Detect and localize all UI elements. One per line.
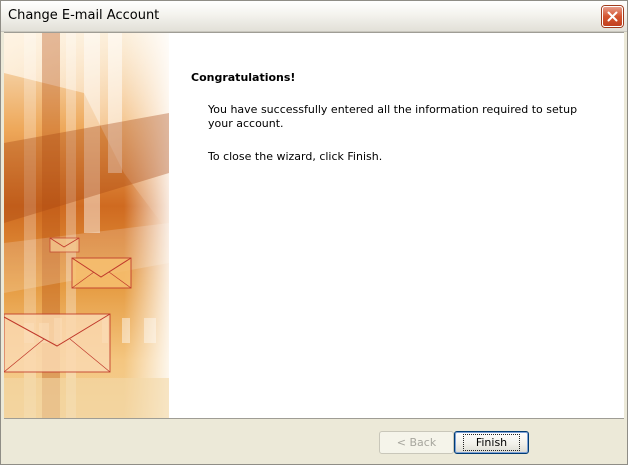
close-button[interactable] [602, 6, 623, 27]
close-icon [607, 11, 618, 22]
wizard-content: Congratulations! You have successfully e… [4, 32, 624, 419]
back-button-label: < Back [396, 436, 437, 449]
success-message: You have successfully entered all the in… [208, 103, 578, 130]
window-title: Change E-mail Account [8, 8, 160, 23]
envelope-large-icon [4, 313, 111, 373]
close-instruction: To close the wizard, click Finish. [208, 150, 383, 163]
wizard-heading: Congratulations! [191, 71, 296, 84]
wizard-banner-image [4, 33, 169, 418]
wizard-window: Change E-mail Account Congratulations! Y… [0, 0, 628, 465]
envelope-medium-icon [71, 257, 132, 289]
title-bar[interactable]: Change E-mail Account [1, 1, 627, 32]
finish-button[interactable]: Finish [454, 431, 529, 454]
back-button[interactable]: < Back [379, 431, 454, 454]
finish-button-label: Finish [462, 434, 521, 451]
envelope-small-icon [49, 237, 80, 253]
